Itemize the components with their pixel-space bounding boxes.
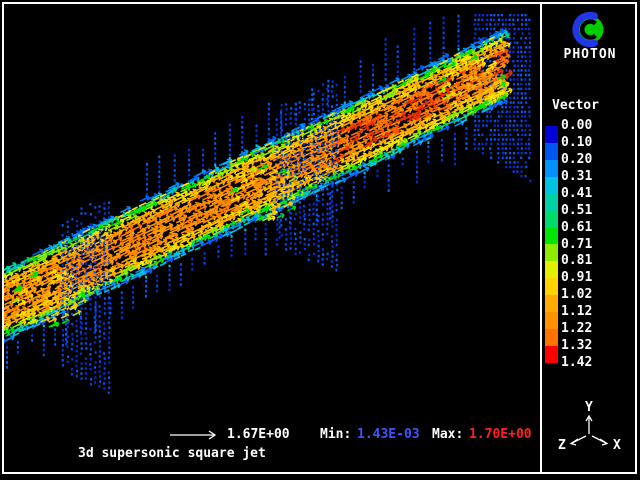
legend-level-label: 0.81 (561, 254, 592, 268)
min-value: 1.43E-03 (357, 428, 420, 442)
photon-window: 1.67E+00 Min: 1.43E-03 Max: 1.70E+00 3d … (0, 0, 640, 480)
triad-z-label: Z (558, 438, 566, 453)
legend-level-label: 0.71 (561, 238, 592, 252)
axes-triad-icon: Y Z X (552, 398, 632, 456)
legend-level-label: 0.91 (561, 271, 592, 285)
photon-logo-icon (569, 10, 610, 50)
legend-level-label: 0.10 (561, 136, 592, 150)
legend-labels: 0.000.100.200.310.410.510.610.710.810.91… (561, 126, 605, 366)
legend-level-label: 0.20 (561, 153, 592, 167)
window-border-left (2, 2, 4, 474)
legend-color-band (545, 211, 558, 228)
triad-y-label: Y (585, 400, 593, 415)
max-label: Max: (432, 428, 463, 442)
legend-color-band (545, 143, 558, 160)
legend-title: Vector (552, 99, 599, 113)
legend-color-band (545, 160, 558, 177)
window-border-right (635, 2, 637, 474)
legend-level-label: 0.41 (561, 187, 592, 201)
legend-level-label: 1.12 (561, 305, 592, 319)
triad-x-label: X (613, 438, 621, 453)
legend-color-band (545, 261, 558, 278)
plot-sidebar-divider (540, 2, 542, 474)
max-value: 1.70E+00 (469, 428, 532, 442)
legend-level-label: 1.32 (561, 339, 592, 353)
legend-color-band (545, 295, 558, 312)
legend-color-band (545, 244, 558, 261)
legend-color-band (545, 329, 558, 346)
reference-value: 1.67E+00 (227, 428, 290, 442)
legend-level-label: 0.61 (561, 221, 592, 235)
legend-level-label: 1.02 (561, 288, 592, 302)
legend-color-band (545, 177, 558, 194)
min-label: Min: (320, 428, 351, 442)
legend-level-label: 0.00 (561, 119, 592, 133)
legend-color-band (545, 194, 558, 211)
vector-field-plot[interactable] (0, 0, 640, 480)
legend-level-label: 1.42 (561, 356, 592, 370)
legend-colorbar (545, 126, 558, 363)
legend-color-band (545, 278, 558, 295)
legend-color-band (545, 346, 558, 363)
legend-color-band (545, 126, 558, 143)
legend-level-label: 0.51 (561, 204, 592, 218)
app-name: PHOTON (543, 48, 637, 62)
legend-color-band (545, 312, 558, 329)
plot-title: 3d supersonic square jet (78, 447, 266, 461)
legend-level-label: 0.31 (561, 170, 592, 184)
legend-color-band (545, 228, 558, 245)
reference-arrow-icon (168, 429, 222, 441)
legend-level-label: 1.22 (561, 322, 592, 336)
